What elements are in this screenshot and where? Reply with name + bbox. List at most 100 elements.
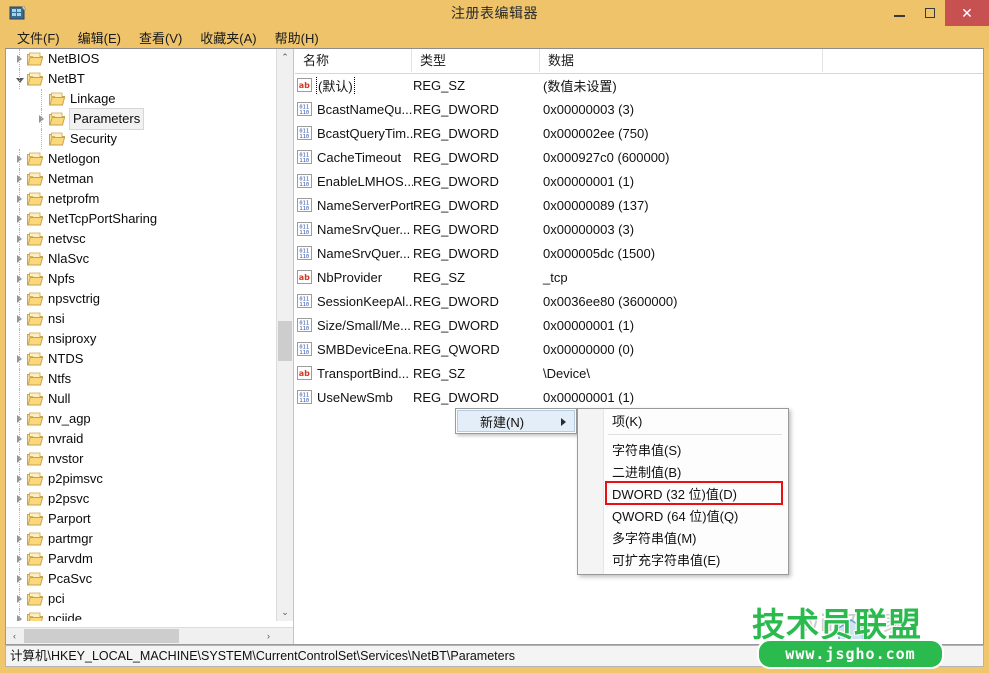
- column-header-data[interactable]: 数据: [540, 49, 823, 72]
- menu-edit[interactable]: 编辑(E): [69, 26, 130, 49]
- tree-node-npfs[interactable]: Npfs: [6, 269, 276, 289]
- svg-text:110: 110: [299, 110, 309, 116]
- binary-value-icon: 011 110: [297, 174, 312, 188]
- cell-value-type: REG_SZ: [413, 365, 466, 381]
- tree-node-nsiproxy[interactable]: nsiproxy: [6, 329, 276, 349]
- tree-node-npsvctrig[interactable]: npsvctrig: [6, 289, 276, 309]
- table-row[interactable]: ab NbProvider REG_SZ _tcp: [295, 265, 983, 289]
- scroll-down-icon[interactable]: ⌄: [277, 604, 293, 621]
- tree-node-p2pimsvc[interactable]: p2pimsvc: [6, 469, 276, 489]
- tree-node-parport[interactable]: Parport: [6, 509, 276, 529]
- table-row[interactable]: 011 110 SMBDeviceEna... REG_QWORD 0x00000000…: [295, 337, 983, 361]
- menu-item-5[interactable]: 多字符串值(M): [578, 526, 788, 548]
- value-name-label: NameServerPort: [317, 197, 413, 213]
- binary-value-icon: 011 110: [297, 342, 312, 356]
- table-row[interactable]: 011 110 NameSrvQuer... REG_DWORD 0x000005dc …: [295, 241, 983, 265]
- tree-node-parameters[interactable]: Parameters: [6, 108, 276, 130]
- tree-node-label: nsi: [48, 311, 65, 326]
- tree-node-null[interactable]: Null: [6, 389, 276, 409]
- column-header-name[interactable]: 名称: [295, 49, 412, 72]
- tree-node-netbt[interactable]: NetBT: [6, 69, 276, 89]
- context-menu-item-new[interactable]: 新建(N): [457, 410, 575, 432]
- tree-node-pcasvc[interactable]: PcaSvc: [6, 569, 276, 589]
- table-row[interactable]: 011 110 NameSrvQuer... REG_DWORD 0x00000003 …: [295, 217, 983, 241]
- tree-node-netbios[interactable]: NetBIOS: [6, 49, 276, 69]
- value-name-label: UseNewSmb: [317, 389, 393, 405]
- cell-value-name: 011 110 NameSrvQuer...: [295, 222, 413, 237]
- close-button[interactable]: ✕: [945, 0, 989, 26]
- cell-value-name: 011 110 SessionKeepAl...: [295, 294, 413, 309]
- tree-node-label: PcaSvc: [48, 571, 93, 586]
- tree-node-linkage[interactable]: Linkage: [6, 89, 276, 109]
- tree-guide-line: [19, 149, 20, 169]
- tree-node-label: nsiproxy: [48, 331, 97, 346]
- tree-guide-line: [19, 549, 20, 569]
- table-row[interactable]: 011 110 BcastNameQu... REG_DWORD 0x00000003 …: [295, 97, 983, 121]
- registry-tree[interactable]: NetBIOS NetBT Linkage Parameters Security Net…: [6, 49, 276, 621]
- table-row[interactable]: 011 110 Size/Small/Me... REG_DWORD 0x0000000…: [295, 313, 983, 337]
- scroll-right-icon[interactable]: ›: [260, 628, 277, 644]
- folder-icon: [27, 552, 43, 566]
- menu-help[interactable]: 帮助(H): [266, 26, 328, 49]
- tree-node-label: Npfs: [48, 271, 75, 286]
- table-row[interactable]: 011 110 BcastQueryTim... REG_DWORD 0x000002e…: [295, 121, 983, 145]
- tree-node-ntds[interactable]: NTDS: [6, 349, 276, 369]
- tree-node-label: nvstor: [48, 451, 84, 466]
- folder-icon: [27, 352, 43, 366]
- menu-view[interactable]: 查看(V): [130, 26, 191, 49]
- tree-node-nvraid[interactable]: nvraid: [6, 429, 276, 449]
- tree-vscroll-thumb[interactable]: [278, 321, 292, 361]
- tree-node-label: Parvdm: [48, 551, 93, 566]
- svg-text:110: 110: [299, 182, 309, 188]
- table-row[interactable]: 011 110 UseNewSmb REG_DWORD 0x00000001 (1): [295, 385, 983, 409]
- table-row[interactable]: ab TransportBind... REG_SZ \Device\: [295, 361, 983, 385]
- cell-value-type: REG_SZ: [413, 269, 466, 285]
- folder-icon: [49, 92, 65, 106]
- tree-node-netlogon[interactable]: Netlogon: [6, 149, 276, 169]
- tree-node-netman[interactable]: Netman: [6, 169, 276, 189]
- tree-guide-line: [19, 569, 20, 589]
- tree-node-netvsc[interactable]: netvsc: [6, 229, 276, 249]
- tree-node-nsi[interactable]: nsi: [6, 309, 276, 329]
- maximize-button[interactable]: [915, 0, 945, 26]
- title-bar: 注册表编辑器 ✕: [0, 0, 989, 26]
- scroll-up-icon[interactable]: ⌃: [277, 49, 293, 66]
- tree-node-p2psvc[interactable]: p2psvc: [6, 489, 276, 509]
- cell-value-name: 011 110 EnableLMHOS...: [295, 174, 413, 189]
- tree-node-nlasvc[interactable]: NlaSvc: [6, 249, 276, 269]
- menu-item-0[interactable]: 项(K): [578, 409, 788, 431]
- scroll-left-icon[interactable]: ‹: [6, 628, 23, 644]
- tree-node-nettcpportsharing[interactable]: NetTcpPortSharing: [6, 209, 276, 229]
- tree-vertical-scrollbar[interactable]: ⌃ ⌄: [276, 49, 293, 621]
- cell-value-type: REG_DWORD: [413, 389, 499, 405]
- table-row[interactable]: 011 110 SessionKeepAl... REG_DWORD 0x0036ee8…: [295, 289, 983, 313]
- table-row[interactable]: 011 110 CacheTimeout REG_DWORD 0x000927c0 (6…: [295, 145, 983, 169]
- cell-value-type: REG_DWORD: [413, 245, 499, 261]
- table-row[interactable]: 011 110 NameServerPort REG_DWORD 0x00000089 …: [295, 193, 983, 217]
- menu-item-6[interactable]: 可扩充字符串值(E): [578, 548, 788, 570]
- tree-node-nv-agp[interactable]: nv_agp: [6, 409, 276, 429]
- tree-guide-line: [19, 429, 20, 449]
- tree-node-ntfs[interactable]: Ntfs: [6, 369, 276, 389]
- brand-watermark: 技术员联盟: [752, 605, 922, 644]
- tree-node-nvstor[interactable]: nvstor: [6, 449, 276, 469]
- menu-item-4[interactable]: QWORD (64 位)值(Q): [578, 504, 788, 526]
- menu-item-2[interactable]: 二进制值(B): [578, 460, 788, 482]
- menu-favorites[interactable]: 收藏夹(A): [191, 26, 265, 49]
- tree-hscroll-thumb[interactable]: [24, 629, 179, 643]
- tree-node-pciide[interactable]: pciide: [6, 609, 276, 621]
- minimize-button[interactable]: [884, 0, 914, 26]
- tree-node-netprofm[interactable]: netprofm: [6, 189, 276, 209]
- menu-item-1[interactable]: 字符串值(S): [578, 438, 788, 460]
- column-header-type[interactable]: 类型: [412, 49, 540, 72]
- window-title: 注册表编辑器: [451, 5, 538, 21]
- tree-node-security[interactable]: Security: [6, 129, 276, 149]
- menu-item-3[interactable]: DWORD (32 位)值(D): [578, 482, 788, 504]
- tree-horizontal-scrollbar[interactable]: ‹ ›: [6, 627, 293, 644]
- tree-node-partmgr[interactable]: partmgr: [6, 529, 276, 549]
- table-row[interactable]: 011 110 EnableLMHOS... REG_DWORD 0x00000001 …: [295, 169, 983, 193]
- table-row[interactable]: ab (默认) REG_SZ (数值未设置): [295, 73, 983, 97]
- menu-file[interactable]: 文件(F): [8, 26, 69, 49]
- tree-node-parvdm[interactable]: Parvdm: [6, 549, 276, 569]
- tree-node-pci[interactable]: pci: [6, 589, 276, 609]
